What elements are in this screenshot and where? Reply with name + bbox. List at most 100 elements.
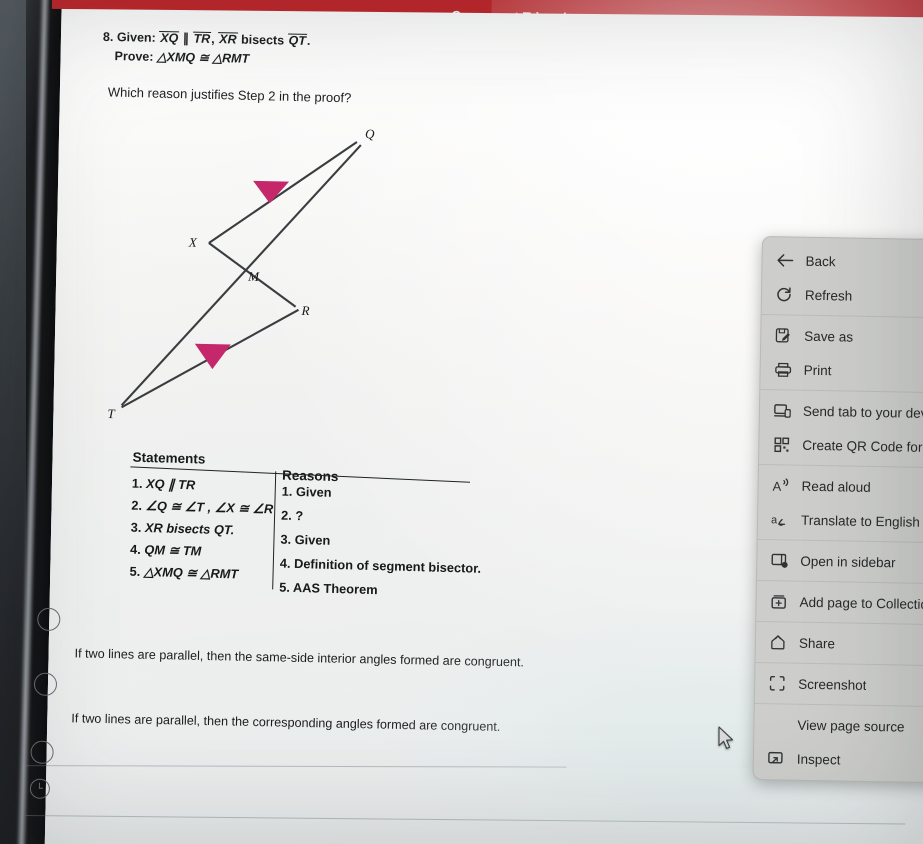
add-to-collections-icon <box>766 592 790 610</box>
label-t: T <box>107 406 115 421</box>
answer-choice-2-label: If two lines are parallel, then the corr… <box>71 711 501 734</box>
segment-xq: XQ <box>159 30 180 46</box>
segment-qt: QT <box>287 33 308 49</box>
reason-text: 4. Definition of segment bisector. <box>279 555 482 576</box>
share-icon <box>766 633 790 651</box>
menu-item-translate[interactable]: a८ Translate to English <box>758 502 923 539</box>
send-tab-icon <box>770 401 794 419</box>
qr-code-icon <box>769 435 793 453</box>
radio-button-2[interactable] <box>33 672 58 697</box>
segment-tr: TR <box>192 31 212 47</box>
menu-item-label: Refresh <box>804 287 853 304</box>
segment-xr: XR <box>218 32 238 47</box>
reason-text: 5. AAS Theorem <box>279 579 378 598</box>
menu-item-add-to-collections[interactable]: Add page to Collections <box>756 584 923 621</box>
screenshot-icon <box>765 674 789 692</box>
translate-icon: a८ <box>768 510 792 528</box>
line-qt <box>120 144 362 406</box>
proof-column-divider <box>272 471 277 590</box>
menu-item-label: Open in sidebar <box>800 553 896 570</box>
table-row: 2. ∠Q ≅ ∠T , ∠X ≅ ∠R <box>131 498 273 518</box>
statement-text: ∠Q ≅ ∠T , ∠X ≅ ∠R <box>145 498 274 517</box>
label-m: M <box>247 269 260 284</box>
timer-icon[interactable] <box>29 778 51 799</box>
parallel-marker-bottom <box>194 343 231 370</box>
menu-item-label: Save as <box>804 328 854 345</box>
menu-item-label: Screenshot <box>798 676 867 693</box>
question-number: 8. <box>102 29 114 45</box>
menu-item-label: Inspect <box>796 751 841 767</box>
menu-item-print[interactable]: Print <box>760 352 923 389</box>
menu-item-label: View page source <box>797 717 905 735</box>
given-label: Given: <box>116 30 156 45</box>
statement-number: 1. <box>131 475 143 491</box>
inspect-icon <box>764 749 788 767</box>
statement-number: 5. <box>129 563 141 579</box>
prove-line: Prove: △XMQ ≅ △RMT <box>114 48 522 71</box>
proof-table: Statements Reasons 1. XQ ∥ TR 2. ∠Q ≅ ∠T… <box>70 448 481 597</box>
parallel-symbol: ∥ <box>182 31 190 46</box>
menu-item-create-qr-code[interactable]: Create QR Code for this page <box>759 427 923 464</box>
open-in-sidebar-icon <box>767 551 791 569</box>
column-header-statements: Statements <box>132 449 206 467</box>
question-prompt: Which reason justifies Step 2 in the pro… <box>107 84 352 106</box>
question-header: 8. Given: XQ ∥ TR, XR bisects QT. Prove:… <box>102 29 523 72</box>
statement-text: QM ≅ TM <box>144 542 202 559</box>
statement-number: 2. <box>131 497 143 513</box>
menu-item-inspect[interactable]: Inspect <box>754 741 923 778</box>
statement-number: 3. <box>130 519 142 535</box>
reason-text: 3. Given <box>280 531 331 548</box>
menu-item-save-as[interactable]: Save as <box>761 318 923 355</box>
refresh-icon <box>772 285 796 303</box>
statement-text: XR bisects QT. <box>144 520 235 538</box>
menu-item-refresh[interactable]: Refresh <box>762 277 923 314</box>
menu-item-label: Add page to Collections <box>799 594 923 612</box>
menu-item-label: Back <box>805 253 836 269</box>
page-divider-2 <box>25 815 906 825</box>
svg-text:A: A <box>772 478 781 493</box>
screenshot-root: Congruent Triangles 8. Given: XQ ∥ TR, X… <box>0 0 923 844</box>
radio-button-1[interactable] <box>37 607 61 632</box>
answer-choice-1-label: If two lines are parallel, then the same… <box>74 646 525 670</box>
menu-item-label: Create QR Code for this page <box>802 437 923 455</box>
reason-text: 2. ? <box>280 507 304 524</box>
label-q: Q <box>365 126 375 141</box>
table-row: 1. XQ ∥ TR <box>132 476 196 494</box>
menu-item-open-in-sidebar[interactable]: Open in sidebar <box>757 543 923 580</box>
prove-statement: △XMQ ≅ △RMT <box>156 50 250 66</box>
mouse-cursor <box>718 726 736 752</box>
label-x: X <box>188 235 198 250</box>
banner-title: Congruent Triangles <box>451 7 582 26</box>
menu-item-label: Read aloud <box>801 478 871 495</box>
menu-item-view-page-source[interactable]: View page source <box>754 707 923 744</box>
menu-item-screenshot[interactable]: Screenshot <box>755 666 923 703</box>
print-icon <box>771 360 795 378</box>
menu-item-read-aloud[interactable]: A Read aloud <box>758 468 923 505</box>
bisects-word: bisects <box>240 32 285 48</box>
radio-button-3[interactable] <box>30 740 54 764</box>
table-row: 3. XR bisects QT. <box>131 520 235 538</box>
menu-item-share[interactable]: Share <box>756 625 923 662</box>
given-period: . <box>306 33 311 48</box>
menu-item-label: Share <box>798 635 836 651</box>
menu-item-label: Translate to English <box>800 512 920 530</box>
browser-context-menu[interactable]: Back Refresh Save as Print Send tab to y… <box>752 236 923 784</box>
menu-item-label: Send tab to your device <box>802 403 923 421</box>
svg-text:८: ८ <box>778 516 784 527</box>
menu-item-label: Print <box>803 362 832 378</box>
geometry-figure: Q X M R T <box>93 115 419 441</box>
table-row: 5. △XMQ ≅ △RMT <box>129 564 238 583</box>
read-aloud-icon: A <box>768 476 792 494</box>
prove-label: Prove: <box>114 49 154 64</box>
menu-item-back[interactable]: Back <box>762 243 923 280</box>
proof-table-header: Statements Reasons <box>70 448 470 484</box>
given-comma: , <box>211 32 215 47</box>
statement-text: △XMQ ≅ △RMT <box>143 564 239 582</box>
label-r: R <box>300 303 309 318</box>
reason-text: 1. Given <box>281 483 332 500</box>
statement-text: XQ ∥ TR <box>145 476 196 493</box>
page-divider-1 <box>26 765 567 768</box>
figure-svg: Q X M R T <box>107 126 375 421</box>
menu-item-send-tab[interactable]: Send tab to your device <box>760 393 923 430</box>
back-arrow-icon <box>772 251 796 269</box>
